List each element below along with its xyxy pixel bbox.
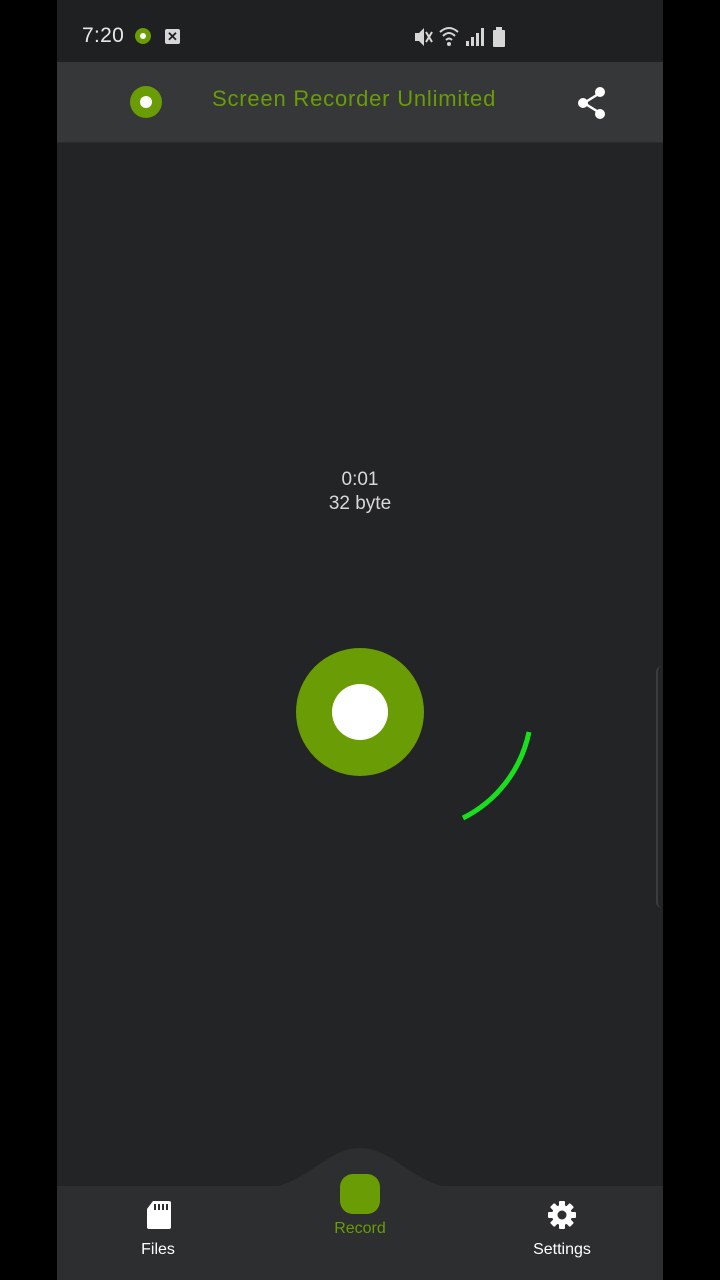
record-logo-icon <box>130 86 162 118</box>
share-icon[interactable] <box>573 84 611 122</box>
record-notification-icon <box>135 28 151 44</box>
record-tab-icon <box>340 1174 380 1214</box>
app-title: Screen Recorder Unlimited <box>212 86 497 111</box>
status-time: 7:20 <box>82 24 125 47</box>
battery-icon <box>493 27 505 47</box>
recording-progress-arc <box>461 731 532 821</box>
edge-panel-handle[interactable] <box>656 666 663 908</box>
status-bar: 7:20 ✕ <box>57 0 663 62</box>
file-size: 32 byte <box>328 493 392 514</box>
app-screen: 7:20 ✕ Screen Recorder Unlimited 0:01 32… <box>57 0 663 1280</box>
tab-settings[interactable]: Settings <box>502 1200 622 1259</box>
sd-card-icon <box>147 1201 171 1229</box>
tab-files[interactable]: Files <box>98 1200 218 1259</box>
recording-info: 0:01 32 byte <box>57 468 663 516</box>
wifi-icon <box>439 27 459 46</box>
tab-record-label: Record <box>334 1220 386 1237</box>
close-notification-icon: ✕ <box>165 29 180 44</box>
tab-record[interactable]: Record <box>300 1174 420 1238</box>
app-bar: Screen Recorder Unlimited <box>57 62 663 143</box>
elapsed-time: 0:01 <box>341 469 379 490</box>
gear-icon <box>548 1201 576 1229</box>
mute-icon <box>415 28 433 46</box>
tab-settings-label: Settings <box>533 1241 591 1258</box>
tab-files-label: Files <box>141 1241 175 1258</box>
signal-icon <box>466 28 484 46</box>
